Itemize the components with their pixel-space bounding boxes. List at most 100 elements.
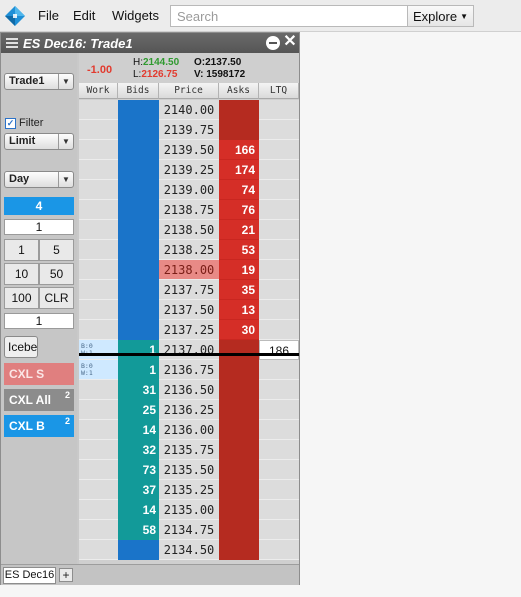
menu-widgets[interactable]: Widgets [112,8,159,23]
qty-button-50[interactable]: 50 [39,263,74,285]
bid-cell[interactable]: 14 [118,420,159,440]
account-number-badge[interactable]: 4 [4,197,74,215]
bid-cell[interactable] [118,200,159,220]
bid-cell[interactable] [118,300,159,320]
ask-cell[interactable] [219,100,259,120]
checkbox-checked-icon[interactable]: ✓ [5,117,16,129]
work-cell[interactable] [79,100,118,120]
ladder-row: 37 2135.25 [79,480,299,500]
menu-edit[interactable]: Edit [73,8,95,23]
work-cell[interactable] [79,160,118,180]
qty-button-100[interactable]: 100 [4,287,39,309]
work-cell[interactable]: B:0 W:1 [79,340,118,360]
ask-cell[interactable]: 76 [219,200,259,220]
bid-cell[interactable]: 73 [118,460,159,480]
ask-cell[interactable]: 35 [219,280,259,300]
work-cell[interactable] [79,280,118,300]
ask-cell[interactable] [219,520,259,540]
work-cell[interactable] [79,140,118,160]
cancel-all-button[interactable]: CXL All 2 [4,389,74,411]
ask-cell[interactable] [219,360,259,380]
ask-cell[interactable] [219,440,259,460]
ask-cell[interactable] [219,380,259,400]
work-cell[interactable] [79,180,118,200]
work-cell[interactable] [79,420,118,440]
cancel-buys-button[interactable]: CXL B 2 [4,415,74,437]
bid-cell[interactable]: 1 [118,340,159,360]
add-tab-icon[interactable]: + [59,568,73,582]
work-cell[interactable] [79,400,118,420]
ask-cell[interactable]: 30 [219,320,259,340]
app-logo-icon[interactable] [4,5,26,27]
iceberg-button[interactable]: Icebe [4,336,38,358]
grip-icon[interactable] [6,38,18,48]
work-cell[interactable]: B:0 W:1 [79,360,118,380]
work-cell[interactable] [79,120,118,140]
tab-es-dec16[interactable]: ES Dec16 [3,567,56,584]
ask-cell[interactable]: 21 [219,220,259,240]
ask-cell[interactable]: 19 [219,260,259,280]
ask-cell[interactable] [219,500,259,520]
ask-cell[interactable]: 166 [219,140,259,160]
ask-cell[interactable]: 53 [219,240,259,260]
bid-cell[interactable]: 31 [118,380,159,400]
ask-cell[interactable]: 13 [219,300,259,320]
bid-cell[interactable] [118,120,159,140]
bid-cell[interactable]: 32 [118,440,159,460]
ask-cell[interactable]: 74 [219,180,259,200]
bid-cell[interactable] [118,280,159,300]
work-cell[interactable] [79,500,118,520]
quantity-input[interactable]: 1 [4,219,74,235]
order-type-select[interactable]: Limit ▼ [4,133,74,150]
work-cell[interactable] [79,320,118,340]
ask-cell[interactable] [219,420,259,440]
work-cell[interactable] [79,520,118,540]
work-cell[interactable] [79,460,118,480]
clear-qty-button[interactable]: CLR [39,287,74,309]
close-icon[interactable]: ✕ [283,34,297,50]
bid-cell[interactable] [118,260,159,280]
ask-cell[interactable] [219,460,259,480]
widget-titlebar[interactable]: ES Dec16: Trade1 ✕ [1,33,299,53]
work-cell[interactable] [79,200,118,220]
work-cell[interactable] [79,540,118,560]
filter-checkbox[interactable]: ✓ Filter [5,117,43,129]
bid-cell[interactable] [118,220,159,240]
ask-cell[interactable] [219,340,259,360]
explore-button[interactable]: Explore ▼ [407,5,474,27]
bid-cell[interactable]: 14 [118,500,159,520]
bid-cell[interactable] [118,180,159,200]
qty-button-5[interactable]: 5 [39,239,74,261]
bid-cell[interactable]: 25 [118,400,159,420]
ask-cell[interactable] [219,400,259,420]
bid-cell[interactable]: 37 [118,480,159,500]
bid-cell[interactable] [118,540,159,560]
bid-cell[interactable] [118,240,159,260]
tif-select[interactable]: Day ▼ [4,171,74,188]
bid-cell[interactable] [118,140,159,160]
ask-cell[interactable] [219,120,259,140]
qty-button-10[interactable]: 10 [4,263,39,285]
work-cell[interactable] [79,240,118,260]
work-cell[interactable] [79,440,118,460]
work-cell[interactable] [79,260,118,280]
qty-button-1[interactable]: 1 [4,239,39,261]
bid-cell[interactable]: 1 [118,360,159,380]
work-cell[interactable] [79,480,118,500]
work-cell[interactable] [79,300,118,320]
work-cell[interactable] [79,220,118,240]
search-input[interactable] [170,5,408,27]
bid-cell[interactable] [118,100,159,120]
minimize-icon[interactable] [266,36,280,50]
bid-cell[interactable] [118,320,159,340]
ask-cell[interactable] [219,480,259,500]
ask-cell[interactable] [219,540,259,560]
ask-cell[interactable]: 174 [219,160,259,180]
menu-file[interactable]: File [38,8,59,23]
bid-cell[interactable] [118,160,159,180]
cancel-sells-button[interactable]: CXL S [4,363,74,385]
bid-cell[interactable]: 58 [118,520,159,540]
work-cell[interactable] [79,380,118,400]
account-select[interactable]: Trade1 ▼ [4,73,74,90]
iceberg-qty-input[interactable]: 1 [4,313,74,329]
